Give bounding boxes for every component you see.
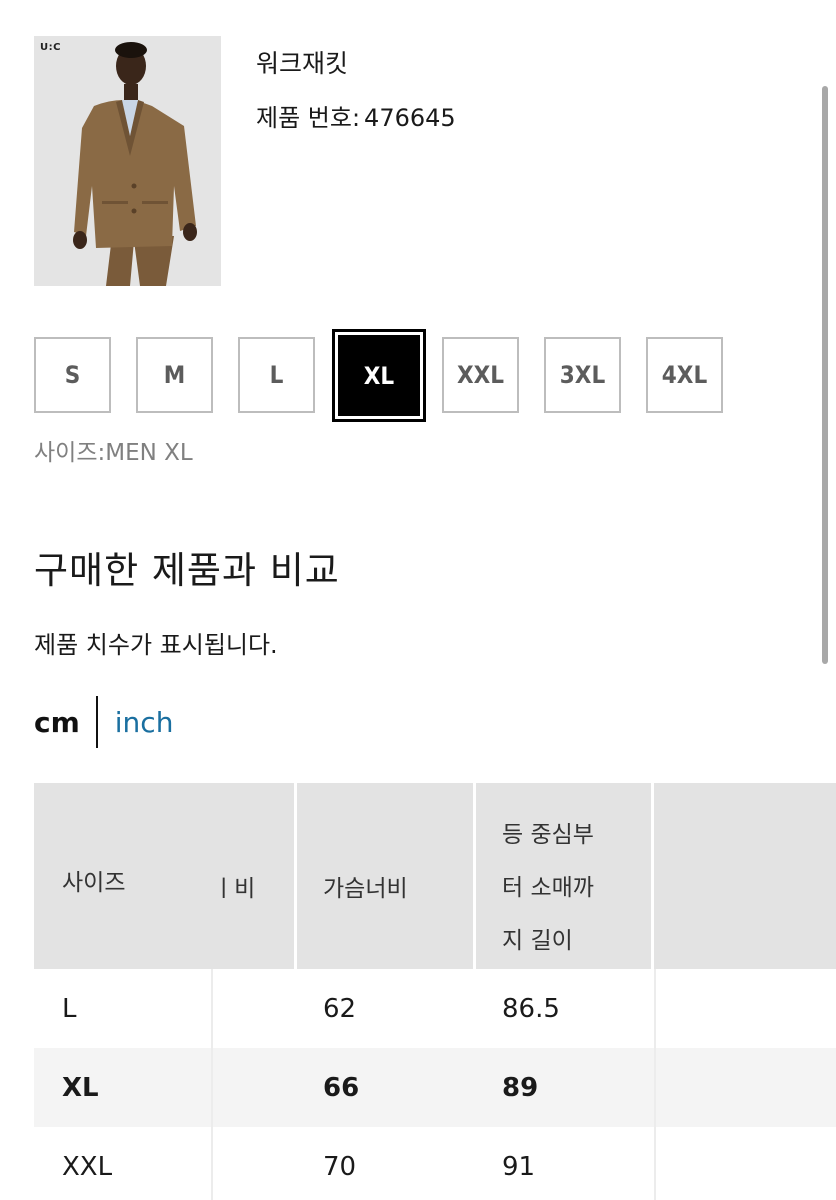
product-image: U:C [34, 36, 221, 286]
cell-size: L [62, 993, 77, 1024]
brand-logo: U:C [40, 42, 61, 53]
cell-chest: 66 [323, 1072, 360, 1103]
cell-sleeve: 91 [502, 1151, 536, 1182]
cell-sleeve: 89 [502, 1072, 539, 1103]
header-partial: ㅣ비 [213, 783, 297, 969]
cell-sleeve: 86.5 [502, 993, 560, 1024]
table-divider [211, 969, 213, 1200]
compare-description: 제품 치수가 표시됩니다. [34, 631, 278, 659]
size-button-s[interactable]: S [34, 337, 111, 413]
size-button-3xl[interactable]: 3XL [544, 337, 621, 413]
table-row: L 62 86.5 [34, 969, 836, 1048]
size-button-xl[interactable]: XL [332, 329, 426, 422]
unit-divider [95, 696, 98, 748]
model-illustration [34, 36, 221, 286]
unit-inch-link[interactable]: inch [115, 706, 174, 739]
selected-size-caption: 사이즈:MEN XL [34, 440, 193, 466]
scrollbar[interactable] [822, 86, 828, 664]
unit-toggle: cm inch [34, 696, 173, 748]
cell-chest: 62 [323, 993, 357, 1024]
size-button-xxl[interactable]: XXL [442, 337, 519, 413]
table-row: XXL 70 91 [34, 1127, 836, 1200]
cell-size: XL [62, 1072, 99, 1103]
size-button-l[interactable]: L [238, 337, 315, 413]
cell-chest: 70 [323, 1151, 357, 1182]
header-sleeve-length: 등 중심부 터 소매까 지 길이 [476, 783, 654, 969]
compare-title: 구매한 제품과 비교 [34, 549, 340, 592]
size-selector: S M L XL XXL 3XL 4XL [34, 329, 754, 422]
product-number: 제품 번호: 476645 [256, 98, 456, 133]
size-guide-page: U:C 워크재킷 제품 번호: 476645 S M L XL XXL 3XL 4… [0, 0, 836, 1200]
header-size: 사이즈 [34, 783, 213, 969]
size-button-4xl[interactable]: 4XL [646, 337, 723, 413]
table-row: XL 66 89 [34, 1048, 836, 1127]
unit-cm-button[interactable]: cm [34, 706, 80, 739]
size-table: 사이즈 ㅣ비 가슴너비 등 중심부 터 소매까 지 길이 L 62 86.5 X… [34, 783, 836, 1200]
header-chest-width: 가슴너비 [297, 783, 476, 969]
product-number-label: 제품 번호: [256, 104, 361, 132]
cell-size: XXL [62, 1151, 113, 1182]
table-divider [654, 969, 656, 1200]
header-extra [654, 783, 836, 969]
size-button-m[interactable]: M [136, 337, 213, 413]
product-name: 워크재킷 [256, 49, 349, 78]
product-number-value: 476645 [364, 104, 456, 132]
